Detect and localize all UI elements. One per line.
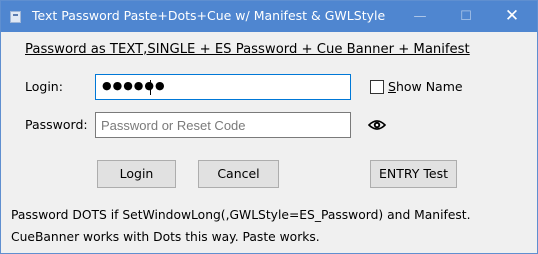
show-name-label-rest: how Name xyxy=(395,79,463,94)
dialog-heading: Password as TEXT,SINGLE + ES Password + … xyxy=(25,42,470,57)
login-label: Login: xyxy=(25,79,63,94)
maximize-button[interactable]: ☐ xyxy=(443,1,489,32)
cancel-button[interactable]: Cancel xyxy=(198,160,279,188)
login-masked-value: ●●●●●● xyxy=(102,79,166,92)
show-name-accelerator: S xyxy=(388,79,396,94)
close-button[interactable]: ✕ xyxy=(489,1,535,32)
show-name-label[interactable]: Show Name xyxy=(388,79,463,94)
login-button[interactable]: Login xyxy=(97,160,176,188)
eye-icon[interactable] xyxy=(368,117,386,133)
window-title: Text Password Paste+Dots+Cue w/ Manifest… xyxy=(32,8,386,23)
text-caret xyxy=(150,80,151,95)
password-input[interactable] xyxy=(96,113,350,137)
minimize-button[interactable]: — xyxy=(397,1,443,32)
entry-test-button[interactable]: ENTRY Test xyxy=(370,160,457,188)
dialog-window: Text Password Paste+Dots+Cue w/ Manifest… xyxy=(0,0,538,254)
password-field[interactable] xyxy=(95,112,351,138)
title-bar[interactable]: Text Password Paste+Dots+Cue w/ Manifest… xyxy=(1,1,537,32)
login-input[interactable]: ●●●●●● xyxy=(95,74,351,100)
app-icon[interactable] xyxy=(10,11,21,23)
footer-note-line-1: Password DOTS if SetWindowLong(,GWLStyle… xyxy=(11,208,471,222)
password-label: Password: xyxy=(25,117,88,132)
show-name-checkbox[interactable] xyxy=(370,80,384,94)
footer-note-line-2: CueBanner works with Dots this way. Past… xyxy=(11,230,320,244)
